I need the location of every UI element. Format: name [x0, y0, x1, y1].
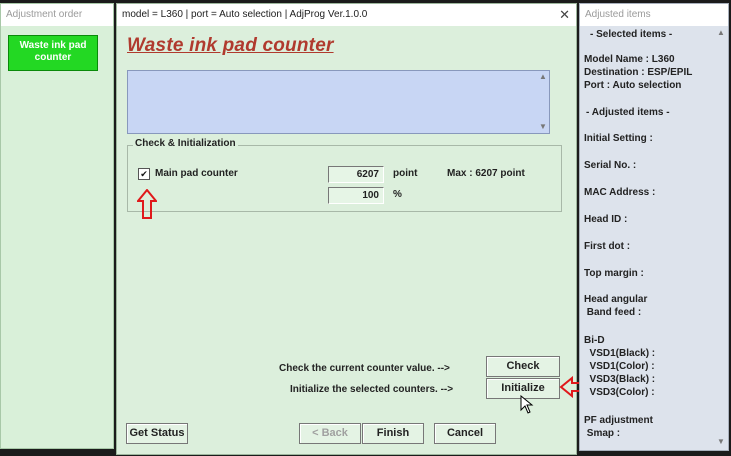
annotation-arrow-up-icon	[137, 189, 157, 219]
smap-line: Smap :	[584, 428, 621, 439]
mouse-cursor-icon	[520, 395, 534, 414]
check-initialization-group: Check & Initialization ✔ Main pad counte…	[127, 138, 562, 212]
head-angular-line: Head angular	[584, 294, 648, 305]
main-pad-checkbox[interactable]: ✔	[138, 168, 150, 180]
scroll-down-icon[interactable]: ▼	[537, 121, 549, 133]
bi-d-line: Bi-D	[584, 335, 605, 346]
percent-unit: %	[393, 189, 402, 200]
get-status-button[interactable]: Get Status	[126, 423, 188, 444]
head-id-line: Head ID :	[584, 214, 628, 225]
vsd1-black-line: VSD1(Black) :	[584, 348, 656, 359]
adjprog-main-window: model = L360 | port = Auto selection | A…	[116, 3, 577, 455]
band-feed-line: Band feed :	[584, 307, 642, 318]
adjustment-order-title: Adjustment order	[1, 4, 113, 26]
selected-items-header: - Selected items -	[590, 29, 673, 40]
vsd3-black-line: VSD3(Black) :	[584, 374, 656, 385]
adjusted-items-title: Adjusted items	[580, 4, 728, 26]
serial-no-line: Serial No. :	[584, 160, 637, 171]
page-title: Waste ink pad counter	[127, 35, 334, 56]
pf-adjustment-line: PF adjustment	[584, 415, 653, 426]
model-name-line: Model Name : L360	[584, 54, 675, 65]
first-dot-line: First dot :	[584, 241, 631, 252]
destination-line: Destination : ESP/EPIL	[584, 67, 693, 78]
percent-value-field: 100	[328, 187, 384, 204]
top-margin-line: Top margin :	[584, 268, 644, 279]
cancel-button[interactable]: Cancel	[434, 423, 496, 444]
initialize-instruction: Initialize the selected counters. -->	[290, 384, 454, 395]
port-line: Port : Auto selection	[584, 80, 682, 91]
close-icon[interactable]: ✕	[559, 4, 570, 26]
adjustment-order-window: Adjustment order Waste ink pad counter	[0, 3, 114, 449]
info-text-box[interactable]: ▲ ▼	[127, 70, 550, 134]
adjusted-items-scrollbar[interactable]: ▲ ▼	[715, 26, 727, 448]
scroll-up-icon[interactable]: ▲	[715, 28, 727, 37]
mac-address-line: MAC Address :	[584, 187, 656, 198]
check-instruction: Check the current counter value. -->	[279, 363, 450, 374]
adjusted-items-panel: - Selected items - Model Name : L360 Des…	[580, 26, 715, 450]
initial-setting-line: Initial Setting :	[584, 133, 653, 144]
group-title: Check & Initialization	[133, 138, 238, 149]
vsd3-color-line: VSD3(Color) :	[584, 387, 655, 398]
max-label: Max : 6207 point	[447, 168, 525, 179]
main-pad-label: Main pad counter	[155, 168, 238, 179]
counter-unit: point	[393, 168, 418, 179]
check-button[interactable]: Check	[486, 356, 560, 377]
finish-button[interactable]: Finish	[362, 423, 424, 444]
counter-value-field: 6207	[328, 166, 384, 183]
waste-ink-pad-counter-item[interactable]: Waste ink pad counter	[8, 35, 98, 71]
scroll-up-icon[interactable]: ▲	[537, 71, 549, 83]
main-window-title: model = L360 | port = Auto selection | A…	[117, 4, 576, 26]
adjusted-items-window: Adjusted items - Selected items - Model …	[579, 3, 729, 451]
scroll-down-icon[interactable]: ▼	[715, 437, 727, 446]
vsd1-color-line: VSD1(Color) :	[584, 361, 655, 372]
back-button[interactable]: < Back	[299, 423, 361, 444]
adjusted-items-header: - Adjusted items -	[586, 107, 670, 118]
